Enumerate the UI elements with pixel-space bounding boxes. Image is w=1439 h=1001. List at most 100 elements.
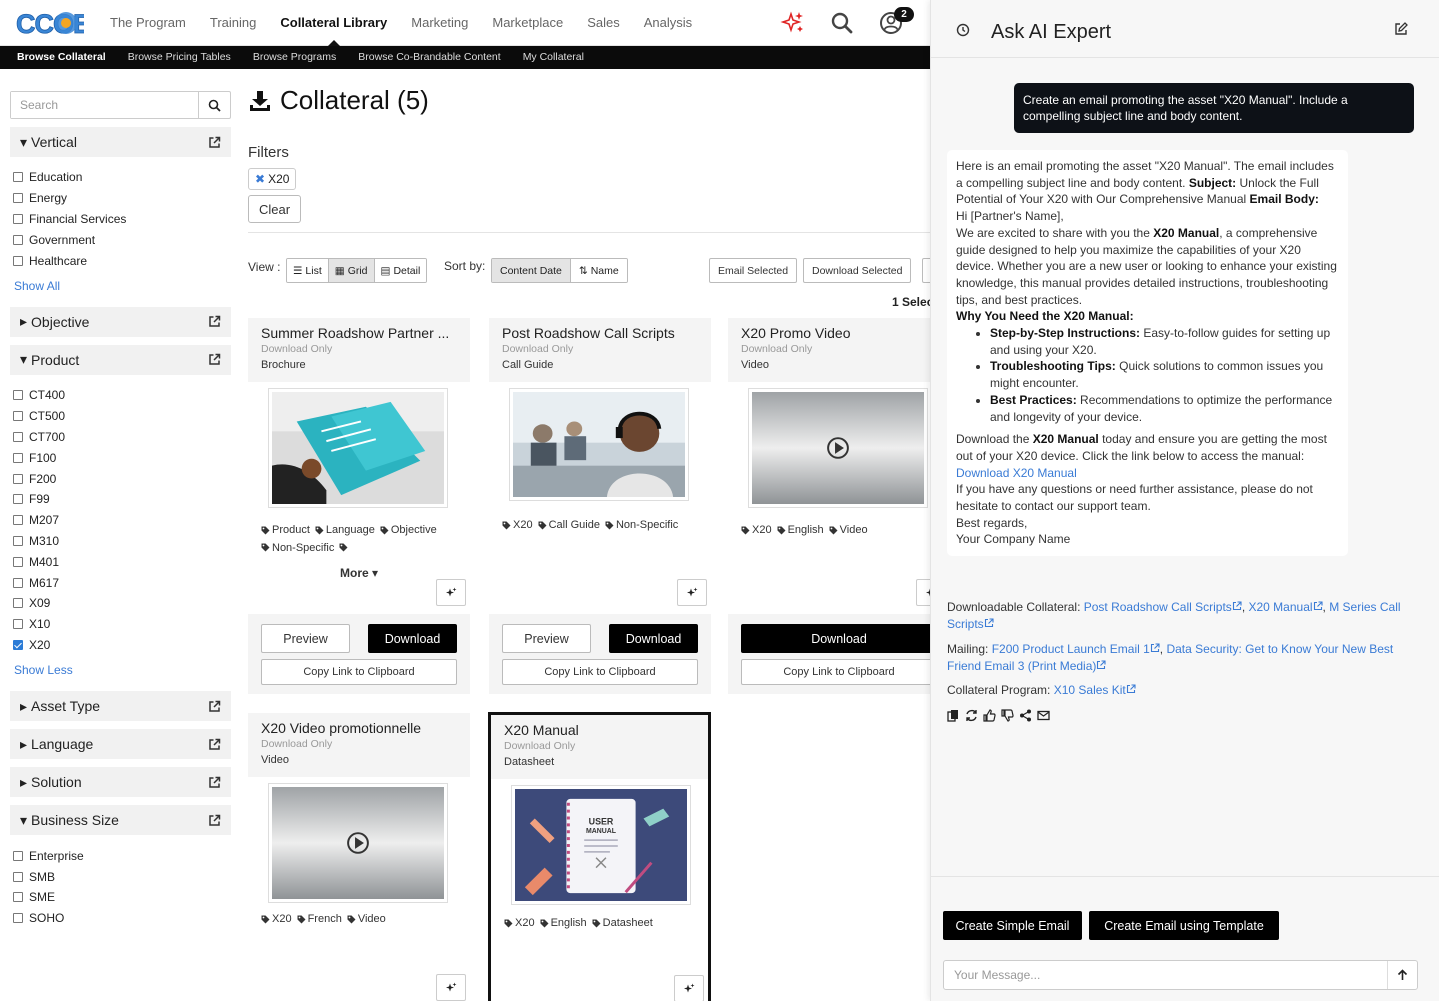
- ai-assist-button[interactable]: [916, 579, 930, 606]
- facet-option-sme[interactable]: SME: [13, 887, 231, 908]
- view-grid-button[interactable]: ▦ Grid: [328, 259, 375, 282]
- copy-link-button[interactable]: Copy Link to Clipboard: [261, 659, 457, 685]
- checkbox[interactable]: [13, 390, 23, 401]
- checkbox[interactable]: [13, 411, 23, 422]
- open-external-icon[interactable]: [208, 700, 221, 713]
- tag[interactable]: Non-Specific: [605, 517, 678, 533]
- tag[interactable]: X20: [502, 517, 533, 533]
- checkbox[interactable]: [13, 639, 23, 650]
- create-email-template-button[interactable]: Create Email using Template: [1089, 911, 1279, 940]
- checkbox[interactable]: [13, 619, 23, 630]
- card-thumbnail[interactable]: [748, 388, 928, 508]
- facet-header-vertical[interactable]: ▾ Vertical: [10, 127, 231, 157]
- facet-option-m617[interactable]: M617: [13, 572, 231, 593]
- show-all-link[interactable]: Show All: [10, 275, 231, 299]
- facet-option-energy[interactable]: Energy: [13, 188, 231, 209]
- ref-link-f200-product-launch-email-1[interactable]: F200 Product Launch Email 1: [992, 642, 1150, 656]
- regenerate-icon[interactable]: [965, 709, 978, 722]
- open-external-icon[interactable]: [208, 776, 221, 789]
- subnav-browse-pricing-tables[interactable]: Browse Pricing Tables: [117, 46, 242, 69]
- checkbox[interactable]: [13, 577, 23, 588]
- new-chat-icon[interactable]: [1394, 22, 1408, 36]
- clear-filters-button[interactable]: Clear: [248, 195, 301, 223]
- more-tags-link[interactable]: More ▾: [340, 566, 378, 580]
- tag[interactable]: Product: [261, 522, 310, 538]
- copy-link-button[interactable]: Copy Link to Clipboard: [502, 659, 698, 685]
- checkbox[interactable]: [13, 172, 23, 183]
- show-less-link[interactable]: Show Less: [10, 659, 231, 683]
- facet-option-x10[interactable]: X10: [13, 614, 231, 635]
- facet-option-m207[interactable]: M207: [13, 510, 231, 531]
- checkbox[interactable]: [13, 473, 23, 484]
- thumbs-up-icon[interactable]: [983, 709, 996, 722]
- preview-button[interactable]: Preview: [261, 624, 350, 653]
- copy-link-button[interactable]: Copy Link to Clipboard: [741, 659, 930, 685]
- checkbox[interactable]: [13, 234, 23, 245]
- download-button[interactable]: Download: [368, 624, 457, 653]
- collateral-card[interactable]: X20 Manual Download Only Datasheet USER MANU…: [488, 712, 711, 1001]
- subnav-browse-collateral[interactable]: Browse Collateral: [6, 46, 117, 69]
- send-button[interactable]: [1387, 961, 1417, 989]
- search-icon[interactable]: [829, 10, 855, 36]
- ref-link-x20-manual[interactable]: X20 Manual: [1248, 600, 1312, 614]
- active-filter-chip[interactable]: ✖ X20: [248, 168, 297, 190]
- create-simple-email-button[interactable]: Create Simple Email: [943, 911, 1082, 940]
- tag[interactable]: Video: [347, 911, 386, 927]
- tag[interactable]: X20: [261, 911, 292, 927]
- nav-marketing[interactable]: Marketing: [399, 0, 480, 46]
- card-title[interactable]: X20 Video promotionnelle: [248, 713, 458, 736]
- facet-header-asset-type[interactable]: ▸ Asset Type: [10, 691, 231, 722]
- ai-assist-button[interactable]: [436, 579, 466, 606]
- more-actions-button[interactable]: [922, 258, 930, 283]
- nav-the-program[interactable]: The Program: [98, 0, 198, 46]
- card-thumbnail[interactable]: [268, 388, 448, 508]
- download-manual-link[interactable]: Download X20 Manual: [956, 466, 1077, 480]
- checkbox[interactable]: [13, 913, 23, 924]
- facet-header-solution[interactable]: ▸ Solution: [10, 767, 231, 798]
- card-title[interactable]: X20 Manual: [491, 715, 701, 738]
- facet-option-financial-services[interactable]: Financial Services: [13, 209, 231, 230]
- card-thumbnail[interactable]: USER MANUAL: [511, 785, 691, 905]
- nav-collateral-library[interactable]: Collateral Library: [268, 0, 399, 46]
- open-external-icon[interactable]: [208, 738, 221, 751]
- checkbox[interactable]: [13, 556, 23, 567]
- facet-option-smb[interactable]: SMB: [13, 866, 231, 887]
- open-external-icon[interactable]: [208, 353, 221, 366]
- nav-training[interactable]: Training: [198, 0, 268, 46]
- ref-link-post-roadshow-call-scripts[interactable]: Post Roadshow Call Scripts: [1084, 600, 1232, 614]
- checkbox[interactable]: [13, 193, 23, 204]
- tag[interactable]: English: [540, 915, 587, 931]
- checkbox[interactable]: [13, 494, 23, 505]
- view-list-button[interactable]: ☰ List: [287, 259, 329, 282]
- ai-assist-button[interactable]: [677, 579, 707, 606]
- tag[interactable]: Datasheet: [592, 915, 653, 931]
- open-external-icon[interactable]: [208, 814, 221, 827]
- facet-option-soho[interactable]: SOHO: [13, 908, 231, 929]
- facet-option-f200[interactable]: F200: [13, 468, 231, 489]
- tag[interactable]: X20: [504, 915, 535, 931]
- view-detail-button[interactable]: ▤ Detail: [374, 259, 427, 282]
- checkbox[interactable]: [13, 598, 23, 609]
- message-input[interactable]: [944, 961, 1387, 989]
- card-title[interactable]: Post Roadshow Call Scripts: [489, 318, 699, 341]
- checkbox[interactable]: [13, 850, 23, 861]
- checkbox[interactable]: [13, 515, 23, 526]
- facet-option-healthcare[interactable]: Healthcare: [13, 250, 231, 271]
- tag[interactable]: Non-Specific: [261, 540, 334, 556]
- facet-option-ct400[interactable]: CT400: [13, 385, 231, 406]
- ai-sparkle-icon[interactable]: [780, 10, 806, 36]
- subnav-browse-co-brandable-content[interactable]: Browse Co-Brandable Content: [347, 46, 511, 69]
- brand-logo[interactable]: CCOE: [16, 6, 84, 40]
- checkbox[interactable]: [13, 255, 23, 266]
- tag[interactable]: Call Guide: [538, 517, 600, 533]
- history-icon[interactable]: [956, 23, 970, 37]
- sort-name-button[interactable]: ⇅ Name: [570, 259, 627, 282]
- open-external-icon[interactable]: [208, 136, 221, 149]
- checkbox[interactable]: [13, 892, 23, 903]
- download-selected-button[interactable]: Download Selected: [803, 258, 912, 283]
- card-title[interactable]: X20 Promo Video: [728, 318, 930, 341]
- share-icon[interactable]: [1019, 709, 1032, 722]
- tag[interactable]: Language: [315, 522, 375, 538]
- facet-option-enterprise[interactable]: Enterprise: [13, 845, 231, 866]
- ai-assist-button[interactable]: [436, 974, 466, 1001]
